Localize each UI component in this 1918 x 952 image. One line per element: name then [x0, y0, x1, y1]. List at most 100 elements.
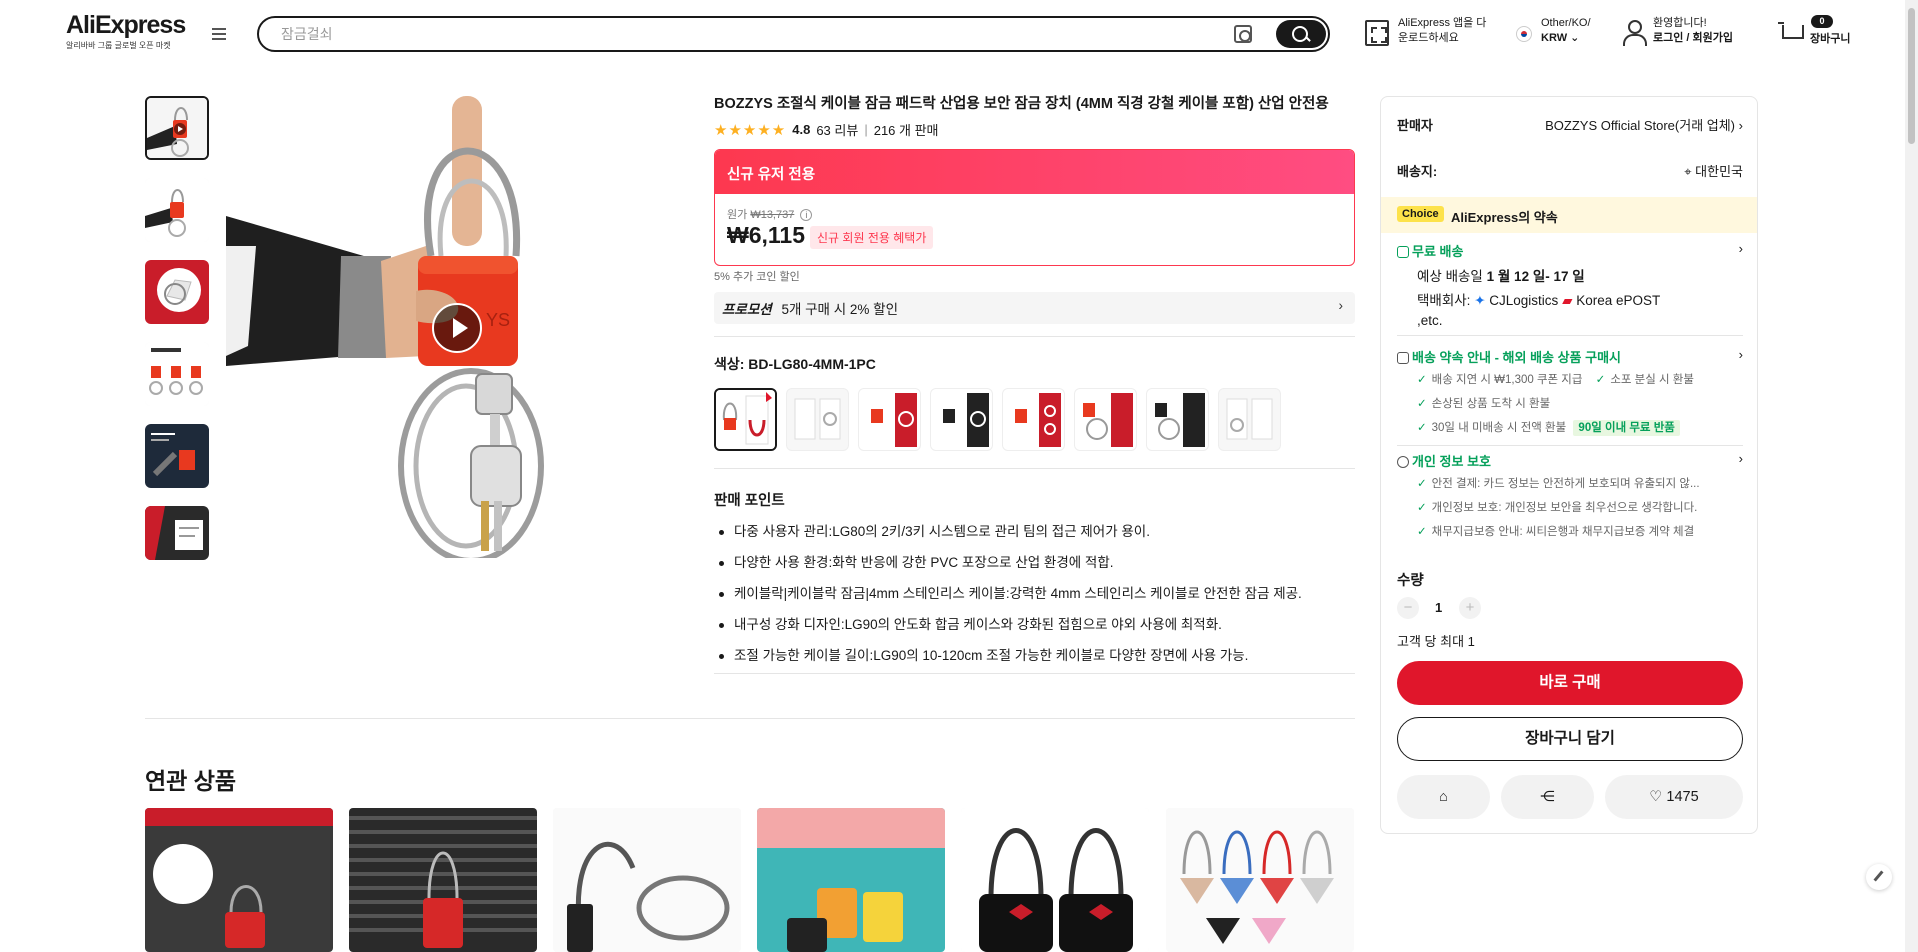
selling-point: 내구성 강화 디자인:LG90의 안도화 합금 케이스와 강화된 접힘으로 야외… [714, 609, 1354, 640]
chevron-right-icon: › [1738, 118, 1743, 133]
color-swatch-2[interactable] [786, 388, 849, 451]
image-search-icon[interactable] [1234, 25, 1252, 43]
add-to-cart-button[interactable]: 장바구니 담기 [1397, 717, 1743, 761]
thumbnail-6[interactable] [145, 506, 209, 560]
chevron-right-icon: › [1738, 241, 1743, 256]
truck-icon [1397, 246, 1409, 258]
account-menu[interactable]: 환영합니다! 로그인 / 회원가입 [1653, 16, 1733, 46]
quantity-plus-button[interactable]: + [1459, 597, 1481, 619]
thumbnail-list [145, 96, 209, 560]
page-scrollbar[interactable] [1905, 0, 1918, 952]
selling-point: 다중 사용자 관리:LG80의 2키/3키 시스템으로 관리 팀의 접근 제어가… [714, 516, 1354, 547]
related-product-card[interactable] [553, 808, 741, 952]
color-swatch-1[interactable] [714, 388, 777, 451]
coin-discount-text: 5% 추가 코인 할인 [714, 271, 800, 283]
store-icon: ⌂ [1439, 789, 1448, 805]
info-icon[interactable]: i [800, 209, 813, 221]
carrier-row: 택배회사: ✦ CJLogistics ▰ Korea ePOST ,etc. [1417, 291, 1667, 331]
color-swatch-8[interactable] [1218, 388, 1281, 451]
buy-now-button[interactable]: 바로 구매 [1397, 661, 1743, 705]
seller-row[interactable]: 판매자 BOZZYS Official Store(거래 업체) › [1397, 115, 1743, 134]
color-swatch-7[interactable] [1146, 388, 1209, 451]
rating-value: 4.8 [792, 122, 811, 137]
promise-line-2: ✓ 손상된 상품 도착 시 환불 [1417, 395, 1550, 411]
seller-name[interactable]: BOZZYS Official Store(거래 업체) [1545, 118, 1735, 133]
thumbnail-3[interactable] [145, 260, 209, 324]
quantity-minus-button[interactable]: − [1397, 597, 1419, 619]
chevron-right-icon: › [1338, 298, 1344, 313]
quantity-value[interactable]: 1 [1435, 600, 1442, 615]
color-swatch-4[interactable] [930, 388, 993, 451]
related-product-card[interactable] [145, 808, 333, 952]
box-icon [1397, 352, 1409, 364]
review-count[interactable]: 63 리뷰 [816, 120, 858, 139]
choice-text: AliExpress의 약속 [1451, 210, 1558, 225]
ship-to-label: 배송지: [1397, 164, 1438, 179]
heart-icon: ♡ [1649, 789, 1663, 805]
original-price-label: 원가 [727, 209, 748, 221]
product-title: BOZZYS 조절식 케이블 잠금 패드락 산업용 보안 잠금 장치 (4MM … [714, 96, 1329, 112]
svg-text:YS: YS [486, 310, 510, 330]
separator: | [864, 122, 868, 137]
section-divider [145, 718, 1355, 719]
choice-bar: Choice AliExpress의 약속 [1381, 197, 1757, 233]
user-icon[interactable] [1622, 20, 1647, 46]
thumbnail-1[interactable] [145, 96, 209, 160]
promotion-row[interactable]: 프로모션 5개 구매 시 2% 할인 › [714, 292, 1355, 324]
sale-price: ₩6,115 [727, 222, 805, 248]
region-currency-selector[interactable]: Other/KO/ KRW ⌄ [1541, 16, 1591, 46]
qr-code-icon[interactable] [1365, 20, 1389, 46]
selling-point: 케이블락|케이블락 잠금|4mm 스테인리스 케이블:강력한 4mm 스테인리스… [714, 578, 1354, 609]
thumbnail-4[interactable] [145, 342, 209, 406]
thumbnail-2[interactable] [145, 178, 209, 242]
aliexpress-logo[interactable]: AliExpress 알리바바 그룹 글로벌 오픈 마켓 [66, 12, 186, 51]
top-header: AliExpress 알리바바 그룹 글로벌 오픈 마켓 AliExpress … [0, 0, 1918, 66]
rating-row: ★★★★★ 4.8 63 리뷰 | 216 개 판매 [714, 120, 939, 139]
check-icon: ✓ [1417, 422, 1427, 434]
app-download-line2: 운로드하세요 [1398, 32, 1459, 44]
promotion-label: 프로모션 [722, 302, 772, 317]
feedback-edit-icon[interactable] [1866, 864, 1892, 890]
play-video-button[interactable] [432, 303, 482, 353]
seller-label: 판매자 [1397, 118, 1433, 133]
color-swatch-5[interactable] [1002, 388, 1065, 451]
chevron-right-icon: › [1738, 347, 1743, 362]
delivery-promise-row[interactable]: 배송 약속 안내 - 해외 배송 상품 구매시 › [1397, 347, 1743, 366]
scrollbar-thumb[interactable] [1908, 8, 1915, 144]
free-shipping-row[interactable]: 무료 배송 › [1397, 241, 1743, 260]
search-button[interactable] [1276, 20, 1326, 48]
thumbnail-5[interactable] [145, 424, 209, 488]
wishlist-button[interactable]: ♡ 1475 [1605, 775, 1743, 819]
privacy-2: 개인정보 보호: 개인정보 보안을 최우선으로 생각합니다. [1431, 502, 1698, 514]
divider [1397, 335, 1743, 336]
delivery-date: 1 월 12 일- 17 일 [1486, 269, 1585, 284]
related-product-card[interactable] [349, 808, 537, 952]
original-price: 원가 ₩13,737 i [727, 206, 813, 222]
related-product-card[interactable] [961, 808, 1149, 952]
color-swatch-6[interactable] [1074, 388, 1137, 451]
selling-points-list: 다중 사용자 관리:LG80의 2키/3키 시스템으로 관리 팀의 접근 제어가… [714, 516, 1354, 671]
color-swatch-3[interactable] [858, 388, 921, 451]
related-product-card[interactable] [757, 808, 945, 952]
check-icon: ✓ [1417, 374, 1427, 386]
menu-icon[interactable] [212, 28, 226, 40]
app-download-link[interactable]: AliExpress 앱을 다 운로드하세요 [1398, 16, 1486, 46]
purchase-panel: 판매자 BOZZYS Official Store(거래 업체) › 배송지: … [1380, 96, 1758, 834]
store-button[interactable]: ⌂ [1397, 775, 1490, 819]
search-input[interactable] [281, 24, 1181, 44]
share-button[interactable]: ⋲ [1501, 775, 1594, 819]
check-icon: ✓ [1595, 374, 1606, 386]
location-pin-icon: ⌖ [1684, 164, 1692, 179]
login-link[interactable]: 로그인 / 회원가입 [1653, 31, 1733, 46]
privacy-line-3: ✓ 채무지급보증 안내: 씨티은행과 채무지급보증 계약 체결 [1417, 523, 1694, 539]
ship-to-row[interactable]: 배송지: ⌖ 대한민국 [1397, 161, 1743, 180]
cart-icon[interactable] [1778, 22, 1804, 44]
promise-1: 배송 지연 시 ₩1,300 쿠폰 지급 [1431, 374, 1583, 386]
wishlist-count: 1475 [1666, 789, 1699, 805]
selling-points-title: 판매 포인트 [714, 493, 785, 509]
related-product-card[interactable] [1166, 808, 1354, 952]
privacy-row[interactable]: 개인 정보 보호 › [1397, 451, 1743, 470]
cart-label[interactable]: 장바구니 [1810, 32, 1850, 47]
check-icon: ✓ [1417, 478, 1427, 490]
selling-point: 조절 가능한 케이블 길이:LG90의 10-120cm 조절 가능한 케이블로… [714, 640, 1354, 671]
